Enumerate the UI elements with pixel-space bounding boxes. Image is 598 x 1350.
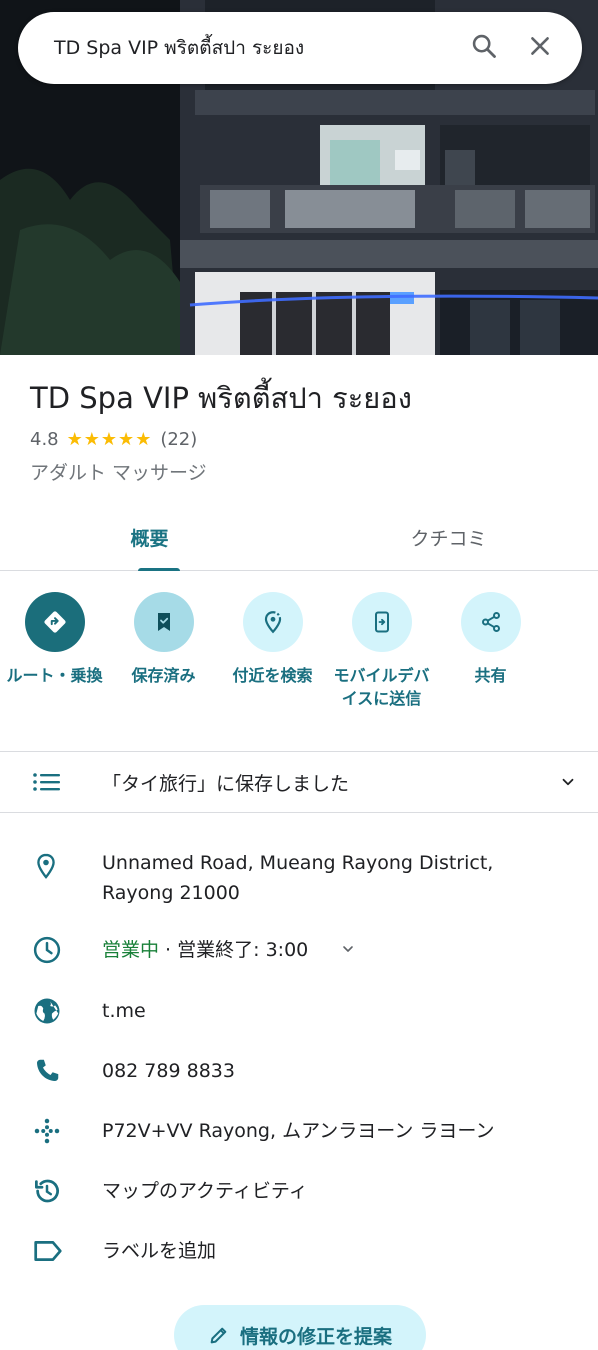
directions-icon	[24, 592, 85, 652]
share-icon	[460, 592, 521, 652]
save-button[interactable]: 保存済み	[109, 592, 218, 752]
list-icon	[0, 771, 96, 793]
history-icon	[0, 1176, 102, 1206]
rating-stars: ★★★★★	[66, 428, 153, 450]
search-input[interactable]: TD Spa VIP พริตตี้สปา ระยอง	[18, 33, 456, 63]
place-title: TD Spa VIP พริตตี้สปา ระยอง	[30, 381, 412, 415]
share-button[interactable]: 共有	[436, 592, 545, 752]
closing-time: · 営業終了: 3:00	[159, 939, 309, 961]
add-label-row[interactable]: ラベルを追加	[0, 1236, 598, 1266]
label-icon	[0, 1236, 102, 1266]
divider	[0, 812, 598, 813]
send-to-phone-button[interactable]: モバイルデバイスに送信	[327, 592, 436, 752]
saved-list-row[interactable]: 「タイ旅行」に保存しました	[0, 752, 598, 812]
plus-code-row[interactable]: P72V+VV Rayong, ムアンラヨーン ラヨーン	[0, 1116, 598, 1146]
website-row[interactable]: t.me	[0, 996, 598, 1026]
send-to-phone-icon	[351, 592, 412, 652]
map-activity-text: マップのアクティビティ	[102, 1180, 308, 1202]
hours-row[interactable]: 営業中 · 営業終了: 3:00	[0, 935, 598, 966]
directions-button[interactable]: ルート・乗換	[0, 592, 109, 752]
address-text: Unnamed Road, Mueang Rayong District, Ra…	[102, 852, 494, 904]
tab-reviews[interactable]: クチコミ	[299, 505, 598, 570]
map-activity-row[interactable]: マップのアクティビティ	[0, 1176, 598, 1206]
suggest-edit-button[interactable]: 情報の修正を提案	[174, 1305, 426, 1350]
rating-row[interactable]: 4.8 ★★★★★ (22)	[30, 426, 578, 452]
nearby-icon	[242, 592, 303, 652]
place-header: TD Spa VIP พริตตี้สปา ระยอง 4.8 ★★★★★ (2…	[30, 378, 578, 485]
plus-code-text: P72V+VV Rayong, ムアンラヨーン ラヨーン	[102, 1120, 495, 1142]
tab-bar: 概要 クチコミ	[0, 505, 598, 571]
rating-value: 4.8	[30, 428, 59, 450]
tab-reviews-label: クチコミ	[410, 528, 487, 550]
address-row[interactable]: Unnamed Road, Mueang Rayong District, Ra…	[0, 848, 598, 908]
tab-overview[interactable]: 概要	[0, 505, 299, 571]
add-label-text: ラベルを追加	[102, 1240, 217, 1262]
plus-code-icon	[0, 1116, 102, 1146]
suggest-edit-label: 情報の修正を提案	[239, 1325, 392, 1348]
action-buttons: ルート・乗換 保存済み 付近を検索 モバイルデバイスに送信 共有	[0, 592, 598, 752]
close-icon	[527, 33, 553, 63]
pencil-icon	[208, 1324, 230, 1346]
phone-icon	[0, 1056, 102, 1086]
send-to-phone-label: モバイルデバイスに送信	[333, 666, 430, 708]
share-label: 共有	[474, 666, 507, 685]
review-count[interactable]: (22)	[160, 429, 197, 450]
search-button[interactable]	[456, 20, 512, 76]
bookmark-icon	[133, 592, 194, 652]
clear-button[interactable]	[512, 20, 568, 76]
search-bar[interactable]: TD Spa VIP พริตตี้สปา ระยอง	[18, 12, 582, 84]
place-category[interactable]: アダルト マッサージ	[30, 458, 578, 485]
chevron-down-icon[interactable]	[538, 773, 598, 791]
globe-icon	[0, 996, 102, 1026]
phone-row[interactable]: 082 789 8833	[0, 1056, 598, 1086]
website-link[interactable]: t.me	[102, 996, 598, 1026]
hours-text: 営業中 · 営業終了: 3:00	[102, 935, 598, 966]
phone-number[interactable]: 082 789 8833	[102, 1056, 598, 1086]
tab-overview-label: 概要	[130, 528, 169, 550]
nearby-label: 付近を検索	[232, 666, 313, 685]
location-pin-icon	[0, 848, 102, 881]
directions-label: ルート・乗換	[6, 666, 103, 685]
saved-list-text: 「タイ旅行」に保存しました	[102, 772, 350, 795]
open-status: 営業中	[102, 939, 160, 961]
active-tab-indicator	[138, 568, 180, 571]
chevron-down-icon[interactable]	[340, 936, 356, 966]
search-icon	[470, 32, 498, 64]
save-label: 保存済み	[131, 666, 196, 685]
nearby-button[interactable]: 付近を検索	[218, 592, 327, 752]
clock-icon	[0, 935, 102, 965]
